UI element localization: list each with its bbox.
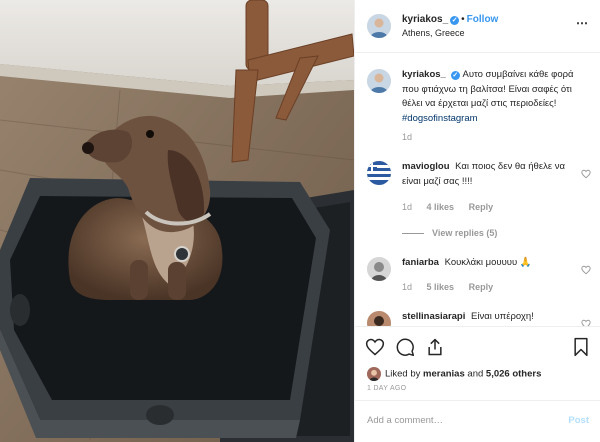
caption-meta: 1d — [402, 132, 424, 142]
comment-age: 1d — [402, 282, 413, 292]
post-photo[interactable] — [0, 0, 354, 442]
separator-dot: • — [461, 14, 465, 25]
comment-meta: 1d 5 likes Reply — [402, 282, 505, 292]
verified-badge-icon: ✓ — [450, 16, 460, 25]
author-avatar[interactable] — [367, 14, 391, 38]
liker-username[interactable]: meranias — [423, 369, 465, 380]
liked-and: and — [467, 368, 484, 380]
comment-like-heart-icon[interactable] — [581, 262, 591, 275]
view-replies-label[interactable]: View replies (5) — [432, 228, 497, 238]
reply-button[interactable]: Reply — [469, 202, 494, 212]
comments-list[interactable]: kyriakos_ ✓ Αυτο συμβαίνει κάθε φορά που … — [355, 54, 600, 326]
comment-meta: 1d 4 likes Reply — [402, 202, 505, 212]
verified-badge-icon: ✓ — [450, 71, 460, 80]
view-replies-button[interactable]: View replies (5) — [402, 228, 497, 238]
reply-button[interactable]: Reply — [469, 282, 494, 292]
post-detail-panel: kyriakos_ ✓ • Follow Athens, Greece ⋯ kyria… — [354, 0, 600, 442]
comment-item: faniarba Κουκλάκι μουυυυ 🙏 1d 5 likes Re… — [367, 256, 593, 306]
comment-age: 1d — [402, 202, 413, 212]
author-username[interactable]: kyriakos_ — [402, 14, 448, 25]
ellipsis-icon[interactable]: ⋯ — [576, 16, 589, 30]
follow-button[interactable]: Follow — [467, 14, 499, 25]
comment-item: stellinasiarapi Είναι υπέροχη! — [367, 310, 593, 326]
hashtag-link[interactable]: #dogsofinstagram — [402, 113, 478, 124]
post-location[interactable]: Athens, Greece — [402, 28, 465, 38]
liker-avatar[interactable] — [367, 367, 381, 381]
comment-username[interactable]: faniarba — [402, 257, 439, 268]
caption: kyriakos_ ✓ Αυτο συμβαίνει κάθε φορά που … — [367, 68, 593, 158]
caption-avatar[interactable] — [367, 69, 391, 93]
comment-username[interactable]: mavioglou — [402, 161, 450, 172]
dog-in-suitcase-image — [0, 0, 354, 442]
caption-age: 1d — [402, 132, 413, 142]
likes-count-link[interactable]: 5,026 others — [486, 369, 541, 380]
comment-bubble-icon[interactable] — [395, 337, 415, 357]
comment-username[interactable]: stellinasiarapi — [402, 311, 465, 322]
comment-text: stellinasiarapi Είναι υπέροχη! — [402, 310, 582, 325]
share-icon[interactable] — [425, 337, 445, 357]
comment-input[interactable]: Add a comment… — [367, 415, 443, 426]
commenter-avatar[interactable] — [367, 257, 391, 281]
comment-body: Κουκλάκι μουυυυ 🙏 — [444, 257, 532, 268]
comment-item: mavioglou Και ποιος δεν θα ήθελε να είνα… — [367, 160, 593, 240]
add-comment-bar: Add a comment… Post — [355, 400, 600, 442]
caption-username[interactable]: kyriakos_ — [402, 69, 446, 80]
comment-text: mavioglou Και ποιος δεν θα ήθελε να είνα… — [402, 160, 582, 189]
post-header: kyriakos_ ✓ • Follow Athens, Greece ⋯ — [355, 0, 600, 53]
comment-like-heart-icon[interactable] — [581, 166, 591, 179]
commenter-avatar[interactable] — [367, 311, 391, 326]
bookmark-icon[interactable] — [571, 337, 591, 357]
author-line: kyriakos_ ✓ • Follow — [402, 14, 498, 25]
comment-like-heart-icon[interactable] — [581, 316, 591, 326]
post-date: 1 DAY AGO — [367, 385, 407, 392]
comment-likes[interactable]: 4 likes — [427, 202, 455, 212]
caption-text: kyriakos_ ✓ Αυτο συμβαίνει κάθε φορά που … — [402, 68, 582, 126]
comment-body: Είναι υπέροχη! — [471, 311, 534, 322]
liked-prefix: Liked by — [385, 368, 421, 380]
commenter-avatar[interactable] — [367, 161, 391, 185]
comment-text: faniarba Κουκλάκι μουυυυ 🙏 — [402, 256, 582, 271]
heart-icon[interactable] — [365, 337, 385, 357]
comment-likes[interactable]: 5 likes — [427, 282, 455, 292]
post-comment-button[interactable]: Post — [568, 415, 589, 426]
replies-divider — [402, 233, 424, 235]
likes-summary: Liked by meranias and 5,026 others — [367, 367, 541, 381]
